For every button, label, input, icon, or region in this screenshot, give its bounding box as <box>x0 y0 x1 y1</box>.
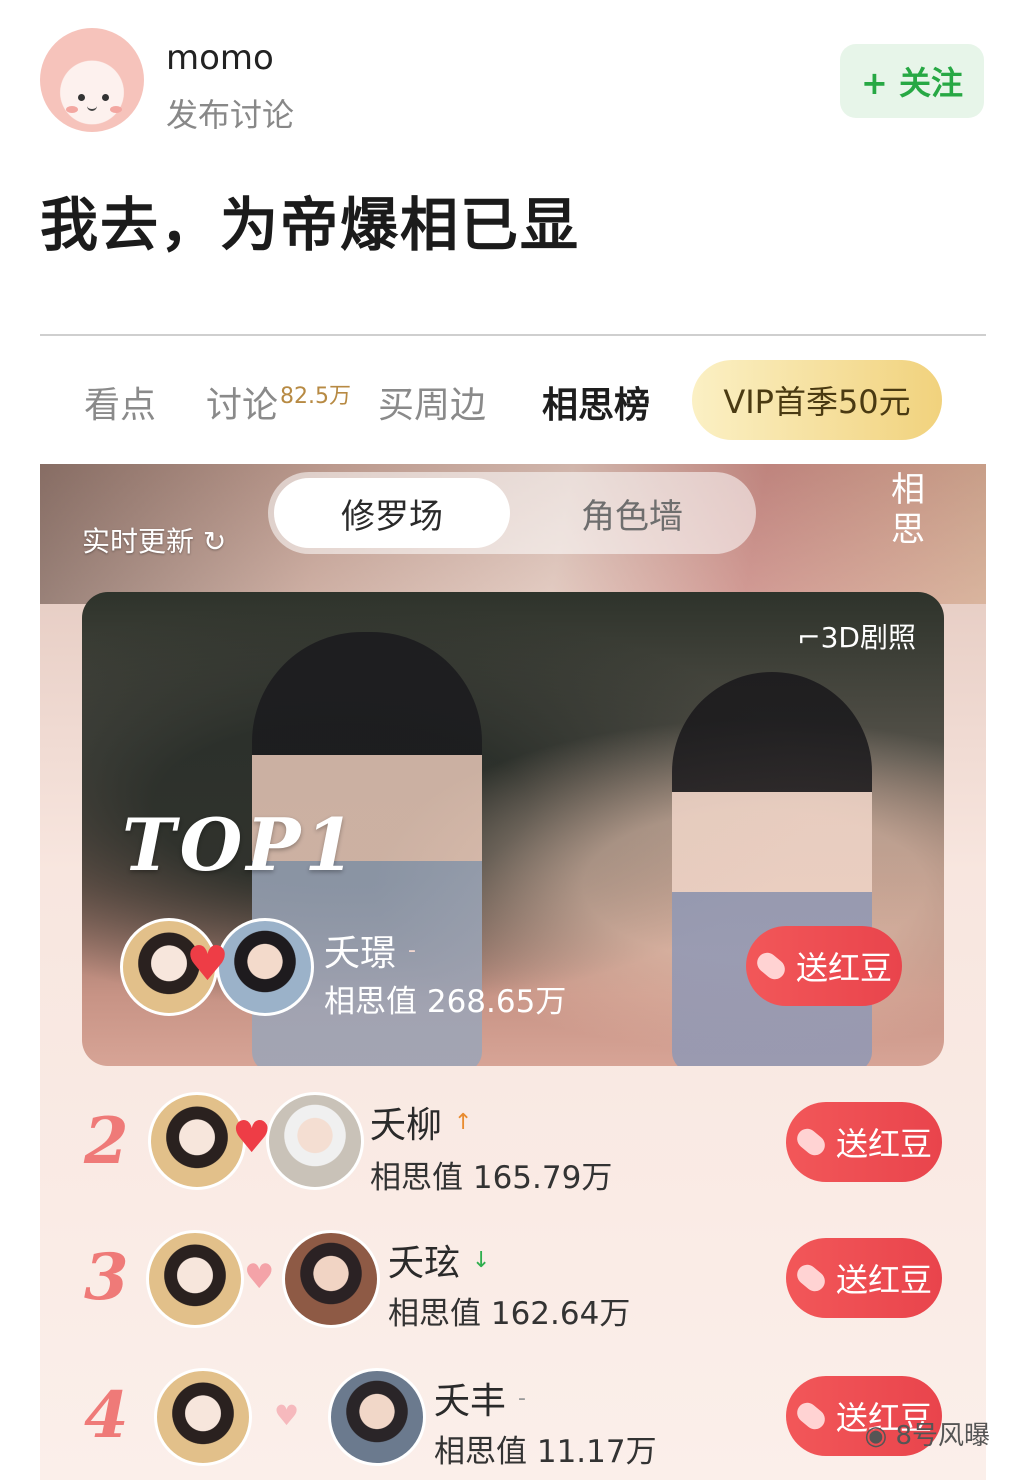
love-score: 相思值 165.79万 <box>370 1160 613 1196</box>
tab-highlights[interactable]: 看点 <box>84 376 156 428</box>
couple-name: 夭玹 ↓ <box>388 1234 490 1286</box>
photo-tag-label: 3D剧照 <box>820 621 916 654</box>
love-score: 相思值 268.65万 <box>324 984 567 1020</box>
post-type-label: 发布讨论 <box>166 96 295 134</box>
avatar-eye <box>78 94 85 101</box>
heart-icon: ♥ <box>274 1399 300 1432</box>
tab-ranking[interactable]: 相思榜 <box>542 376 650 428</box>
heart-icon: ♥ <box>244 1257 275 1297</box>
love-score: 相思值 11.17万 <box>434 1434 657 1470</box>
follow-button-label: + 关注 <box>861 64 963 102</box>
heroine-avatar <box>154 1368 252 1466</box>
couple-avatars[interactable]: ♥ <box>154 1368 426 1466</box>
trend-up-icon: ↑ <box>454 1110 473 1135</box>
heart-icon: ♥ <box>232 1112 272 1163</box>
hero-avatar <box>266 1092 364 1190</box>
red-bean-icon <box>793 1124 829 1160</box>
couple-name: 夭柳 ↑ <box>370 1096 472 1148</box>
send-red-bean-button[interactable]: 送红豆 <box>786 1102 942 1182</box>
segment-rivalry[interactable]: 修罗场 <box>274 478 510 548</box>
couple-name: 夭丰 - <box>434 1372 526 1424</box>
tab-label: 相思榜 <box>542 385 651 426</box>
photo-icon: ⌐ <box>797 621 821 654</box>
trend-indicator: - <box>518 1386 526 1411</box>
tab-bar: 看点 讨论82.5万 买周边 相思榜 VIP首季50元 <box>0 360 1024 440</box>
watermark-text: 8号风曝 <box>895 1421 990 1451</box>
ranking-segment-control: 修罗场 角色墙 <box>268 472 756 554</box>
tab-label: 讨论 <box>206 385 279 426</box>
tab-badge: 82.5万 <box>280 384 352 409</box>
vip-button[interactable]: VIP首季50元 <box>692 360 942 440</box>
tab-merch[interactable]: 买周边 <box>378 376 486 428</box>
couple-name: 夭璟 - <box>324 924 416 976</box>
hero-avatar <box>282 1230 380 1328</box>
rank-number: 4 <box>84 1378 129 1453</box>
trend-indicator: - <box>408 938 416 963</box>
realtime-text: 实时更新 <box>82 525 195 558</box>
gift-button-label: 送红豆 <box>835 1125 932 1163</box>
trend-down-icon: ↓ <box>472 1248 491 1273</box>
post-page: momo 发布讨论 + 关注 我去，为帝爆相已显 看点 讨论82.5万 买周边 … <box>0 0 1024 1480</box>
tab-label: 看点 <box>84 385 157 426</box>
couple-name-text: 夭丰 <box>434 1381 507 1422</box>
couple-avatars[interactable]: ♥ <box>148 1092 364 1190</box>
rank-number: 3 <box>84 1240 129 1315</box>
red-bean-icon <box>793 1398 829 1434</box>
follow-button[interactable]: + 关注 <box>840 44 984 118</box>
segment-character-wall[interactable]: 角色墙 <box>514 478 750 548</box>
couple-name-text: 夭璟 <box>324 933 397 974</box>
love-score: 相思值 162.64万 <box>388 1296 631 1332</box>
avatar-cheek <box>66 106 78 113</box>
user-avatar[interactable] <box>40 28 144 132</box>
couple-name-text: 夭柳 <box>370 1105 443 1146</box>
heroine-avatar <box>146 1230 244 1328</box>
red-bean-icon <box>793 1260 829 1296</box>
tab-discussion[interactable]: 讨论82.5万 <box>206 376 351 428</box>
vip-button-label: VIP首季50元 <box>723 383 911 421</box>
couple-name-text: 夭玹 <box>388 1243 461 1284</box>
watermark: ◉ 8号风曝 <box>865 1415 991 1452</box>
drama-seal: 相思 <box>891 470 925 550</box>
rank-number: 2 <box>84 1104 129 1179</box>
top1-card[interactable]: ⌐3D剧照 TOP1 ♥ 夭璟 - 相思值 268.65万 送红豆 <box>82 592 944 1066</box>
wechat-icon: ◉ <box>864 1421 896 1451</box>
gift-button-label: 送红豆 <box>795 949 892 987</box>
username[interactable]: momo <box>166 38 274 78</box>
red-bean-icon <box>753 948 789 984</box>
gift-button-label: 送红豆 <box>835 1261 932 1299</box>
heart-icon: ♥ <box>186 936 230 992</box>
top1-label: TOP1 <box>122 802 359 887</box>
tab-label: 买周边 <box>378 385 487 426</box>
send-red-bean-button[interactable]: 送红豆 <box>746 926 902 1006</box>
still-figure-woman <box>672 672 872 1066</box>
hero-avatar <box>328 1368 426 1466</box>
ranking-card: 实时更新 ↻ 修罗场 角色墙 相思 ⌐3D剧照 TOP1 ♥ 夭璟 - 相思值 2 <box>40 464 986 1480</box>
couple-avatars: ♥ <box>120 918 314 1016</box>
realtime-update-label[interactable]: 实时更新 ↻ <box>82 520 226 560</box>
divider <box>40 334 986 336</box>
post-title: 我去，为帝爆相已显 <box>40 191 581 259</box>
couple-avatars[interactable]: ♥ <box>146 1230 380 1328</box>
hero-avatar <box>216 918 314 1016</box>
send-red-bean-button[interactable]: 送红豆 <box>786 1238 942 1318</box>
avatar-cheek <box>110 106 122 113</box>
avatar-eye <box>102 94 109 101</box>
3d-photo-tag[interactable]: ⌐3D剧照 <box>797 616 916 656</box>
refresh-icon[interactable]: ↻ <box>203 525 226 558</box>
avatar-mouth <box>87 104 97 111</box>
